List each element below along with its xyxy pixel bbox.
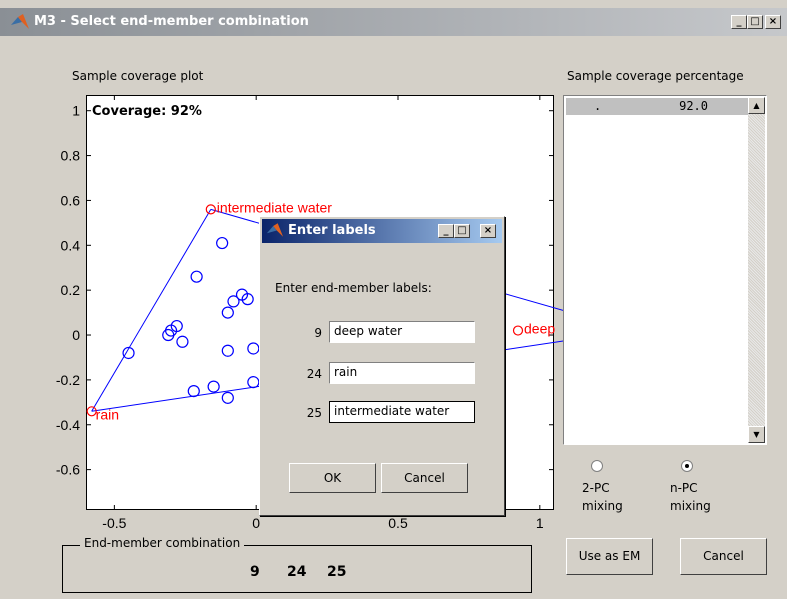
use-as-em-button[interactable]: Use as EM [566, 538, 653, 575]
scroll-down-button[interactable]: ▼ [748, 426, 765, 443]
data-point [247, 376, 260, 389]
row-value: 92.0 [679, 99, 708, 113]
combination-value: 25 [327, 564, 347, 580]
data-point [221, 306, 234, 319]
radio-npc-label-line2: mixing [670, 499, 711, 513]
radio-2pc-label-line2: mixing [582, 499, 623, 513]
x-tick-label: -0.5 [102, 515, 126, 531]
coverage-list-heading: Sample coverage percentage [567, 69, 744, 83]
dialog-cancel-button[interactable]: Cancel [381, 463, 468, 493]
end-member-marker [512, 325, 524, 336]
data-point [221, 344, 234, 357]
close-icon: × [483, 225, 493, 236]
radio-npc-label-line1: n-PC [670, 481, 698, 495]
radio-2pc-label-line1: 2-PC [582, 481, 610, 495]
maximize-icon: □ [457, 225, 467, 236]
coverage-text: Coverage: 92% [92, 104, 202, 119]
end-member-label: rain [96, 406, 119, 422]
matlab-logo-icon [266, 223, 284, 237]
cancel-button[interactable]: Cancel [680, 538, 767, 575]
row-number: 9 [314, 326, 322, 340]
combination-value: 9 [250, 564, 260, 580]
combination-title: End-member combination [80, 536, 245, 550]
x-tick-label: 0 [252, 515, 260, 531]
list-item[interactable]: . 92.0 [566, 98, 748, 115]
enter-labels-dialog: Enter labels _ □ × Enter end-member labe… [259, 216, 505, 516]
arrow-down-icon: ▼ [753, 430, 760, 439]
dialog-prompt: Enter end-member labels: [275, 281, 432, 295]
y-tick-label: 1 [72, 103, 80, 119]
y-tick-label: 0 [72, 327, 80, 343]
data-point [221, 391, 234, 404]
x-tick-label: 1 [536, 515, 544, 531]
data-point [176, 335, 189, 348]
y-tick-label: 0.2 [61, 282, 81, 298]
dialog-maximize-button[interactable]: □ [454, 224, 470, 238]
hull-edge [91, 209, 212, 412]
data-point [190, 270, 203, 283]
y-tick-label: 0.6 [61, 192, 81, 208]
dialog-ok-button[interactable]: OK [289, 463, 376, 493]
data-point [187, 385, 200, 398]
y-tick-label: 0.8 [61, 148, 81, 164]
combination-value: 24 [287, 564, 307, 580]
x-tick-label: 0.5 [388, 515, 408, 531]
end-member-label: deep [524, 321, 555, 337]
label-input[interactable]: rain [329, 362, 475, 384]
scroll-up-button[interactable]: ▲ [748, 97, 765, 114]
row-number: 24 [306, 367, 322, 381]
dialog-title: Enter labels [288, 223, 376, 238]
data-point [216, 236, 229, 250]
label-input[interactable]: deep water [329, 321, 475, 343]
row-marker: . [594, 99, 602, 113]
end-member-label: intermediate water [217, 199, 333, 215]
data-point [207, 380, 220, 393]
data-point [247, 342, 260, 355]
dialog-title-bar: Enter labels _ □ × [262, 219, 502, 243]
arrow-up-icon: ▲ [753, 101, 760, 110]
y-tick-label: -0.2 [56, 372, 80, 388]
y-tick-label: -0.6 [56, 462, 80, 478]
radio-selected-dot [685, 464, 689, 468]
radio-npc-mixing[interactable] [681, 460, 693, 472]
main-window: M3 - Select end-member combination _ □ ×… [0, 0, 787, 599]
dialog-close-button[interactable]: × [480, 224, 496, 238]
label-input-focused[interactable]: intermediate water [329, 401, 475, 423]
data-point [227, 295, 240, 308]
y-tick-label: 0.4 [61, 237, 81, 253]
y-tick-label: -0.4 [56, 417, 80, 433]
minimize-icon: _ [443, 225, 449, 236]
radio-2pc-mixing[interactable] [591, 460, 603, 472]
listbox-scrollbar[interactable]: ▲ ▼ [748, 97, 765, 443]
row-number: 25 [306, 406, 322, 420]
dialog-minimize-button[interactable]: _ [438, 224, 454, 238]
coverage-listbox[interactable]: . 92.0 ▲ ▼ [563, 95, 767, 445]
